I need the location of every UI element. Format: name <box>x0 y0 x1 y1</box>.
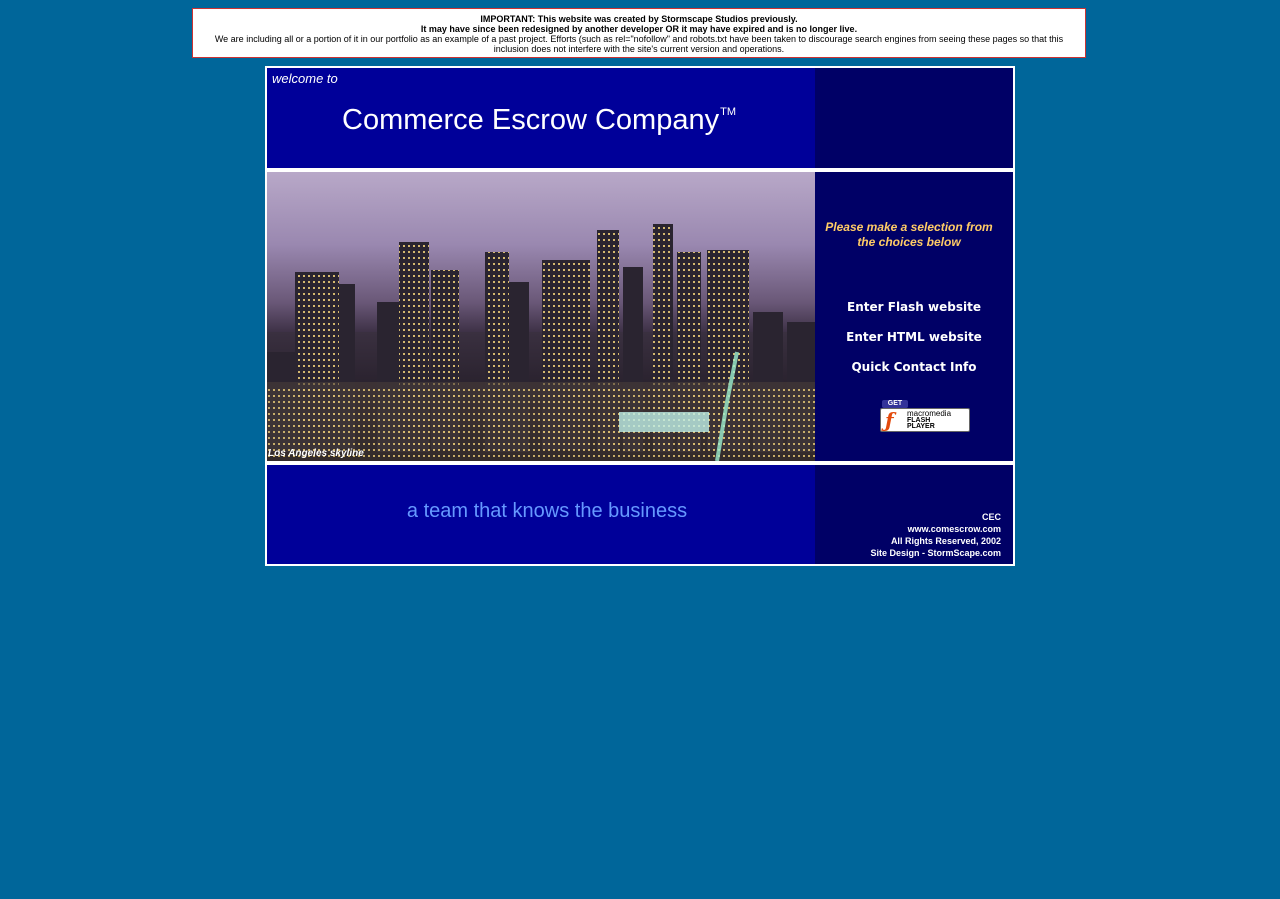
site-frame: welcome to Commerce Escrow CompanyTM Los… <box>265 66 1015 566</box>
company-name: Commerce Escrow CompanyTM <box>342 104 736 137</box>
flash-product-2: PLAYER <box>907 423 935 430</box>
enter-flash-website-link[interactable]: Enter Flash website <box>815 300 1013 314</box>
flash-f-icon: ƒ <box>885 408 894 432</box>
credit-cec: CEC <box>981 512 1001 522</box>
quick-contact-info-link[interactable]: Quick Contact Info <box>815 360 1013 374</box>
flash-get-label: GET <box>882 400 908 408</box>
flash-badge-box: ƒ macromedia FLASH PLAYER <box>880 408 970 432</box>
main-row: Los Angeles skyline Please make a select… <box>267 172 1013 461</box>
footer-row: a team that knows the business CEC www.c… <box>267 465 1013 564</box>
selection-panel: Please make a selection from the choices… <box>815 172 1013 461</box>
header-side-panel <box>815 68 1013 168</box>
portfolio-notice: IMPORTANT: This website was created by S… <box>192 8 1086 58</box>
notice-line-2: It may have since been redesigned by ano… <box>420 24 858 34</box>
notice-line-3: We are including all or a portion of it … <box>214 34 1064 54</box>
notice-line-1: IMPORTANT: This website was created by S… <box>480 14 798 24</box>
photo-caption: Los Angeles skyline <box>268 448 364 459</box>
enter-html-website-link[interactable]: Enter HTML website <box>815 330 1013 344</box>
company-name-text: Commerce Escrow Company <box>342 104 720 136</box>
credit-url: www.comescrow.com <box>907 524 1001 534</box>
tagline: a team that knows the business <box>406 500 688 522</box>
selection-prompt: Please make a selection from the choices… <box>825 220 993 249</box>
credit-rights: All Rights Reserved, 2002 <box>890 536 1001 546</box>
tagline-panel: a team that knows the business <box>267 465 815 564</box>
skyline-illustration <box>267 224 815 461</box>
trademark-symbol: TM <box>720 106 736 118</box>
header-row: welcome to Commerce Escrow CompanyTM <box>267 68 1013 168</box>
credits: CEC www.comescrow.com All Rights Reserve… <box>870 511 1001 559</box>
skyline-photo: Los Angeles skyline <box>267 172 815 461</box>
header-panel: welcome to Commerce Escrow CompanyTM <box>267 68 815 168</box>
flash-badge-text: macromedia FLASH PLAYER <box>907 410 951 431</box>
credit-design: Site Design - StormScape.com <box>870 548 1001 558</box>
welcome-text: welcome to <box>272 71 338 86</box>
get-flash-player-badge[interactable]: GET ƒ macromedia FLASH PLAYER <box>880 400 970 432</box>
credits-panel: CEC www.comescrow.com All Rights Reserve… <box>815 465 1013 564</box>
